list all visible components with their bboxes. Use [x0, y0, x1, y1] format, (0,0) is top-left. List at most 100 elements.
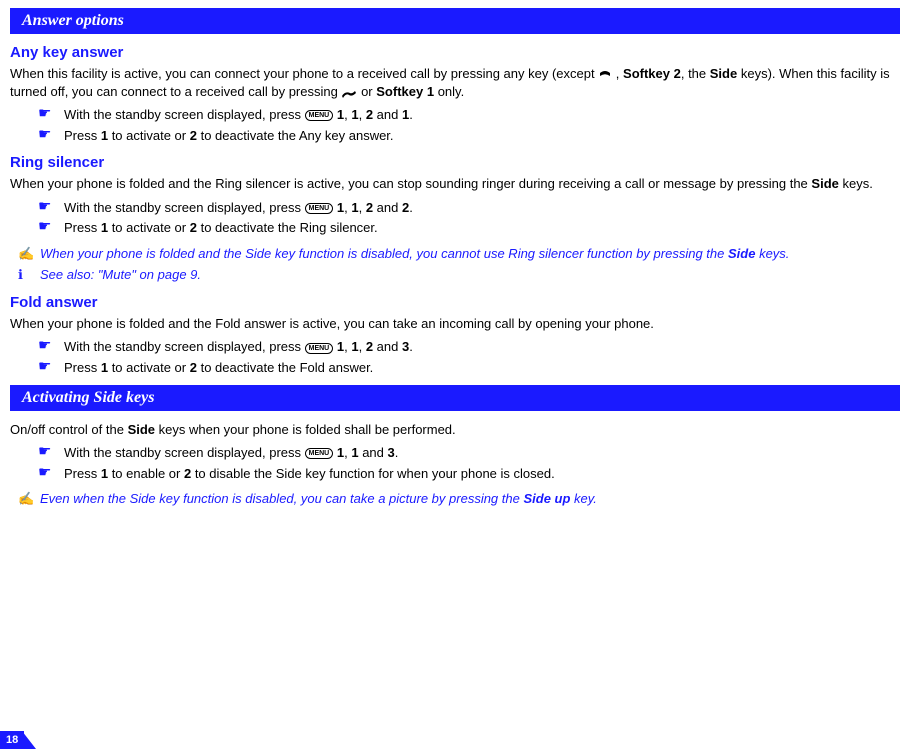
pointer-icon: ☛: [38, 127, 51, 142]
text: See also: "Mute" on page 9.: [40, 267, 201, 282]
pointer-icon: ☛: [38, 219, 51, 234]
sep: ,: [359, 200, 366, 215]
text: Press: [64, 128, 101, 143]
key-2: 2: [190, 128, 197, 143]
key: 2: [366, 339, 373, 354]
step-fold-1: ☛ With the standby screen displayed, pre…: [38, 338, 900, 356]
para-ring-intro: When your phone is folded and the Ring s…: [10, 175, 900, 193]
text: With the standby screen displayed, press: [64, 445, 305, 460]
key: 1: [351, 200, 358, 215]
pointer-icon: ☛: [38, 106, 51, 121]
note-sidekeys: ✍ Even when the Side key function is dis…: [18, 490, 900, 508]
text: to deactivate the Fold answer.: [197, 360, 373, 375]
text: Press: [64, 360, 101, 375]
pointer-icon: ☛: [38, 199, 51, 214]
text: only.: [434, 84, 464, 99]
text: When your phone is folded and the Side k…: [40, 246, 728, 261]
key: 1: [101, 466, 108, 481]
pointer-icon: ☛: [38, 444, 51, 459]
hand-note-icon: ✍: [18, 490, 34, 508]
text: On/off control of the: [10, 422, 128, 437]
step-sidekeys-1: ☛ With the standby screen displayed, pre…: [38, 444, 900, 462]
menu-icon: MENU: [305, 448, 334, 459]
text: to activate or: [108, 128, 190, 143]
key: 1: [351, 339, 358, 354]
note-ring-2: ℹ See also: "Mute" on page 9.: [18, 266, 900, 284]
text: When this facility is active, you can co…: [10, 66, 598, 81]
step-ring-1: ☛ With the standby screen displayed, pre…: [38, 199, 900, 217]
key: 1: [351, 445, 358, 460]
text: keys.: [839, 176, 873, 191]
hand-note-icon: ✍: [18, 245, 34, 263]
and: and: [373, 107, 402, 122]
text: to disable the Side key function for whe…: [191, 466, 555, 481]
key: 2: [190, 360, 197, 375]
para-sidekeys-intro: On/off control of the Side keys when you…: [10, 421, 900, 439]
para-fold-intro: When your phone is folded and the Fold a…: [10, 315, 900, 333]
heading-any-key-answer: Any key answer: [10, 44, 900, 61]
text: When your phone is folded and the Ring s…: [10, 176, 811, 191]
sep: ,: [359, 107, 366, 122]
menu-icon: MENU: [305, 203, 334, 214]
text-side: Side: [710, 66, 737, 81]
dot: .: [409, 200, 413, 215]
step-any-key-2: ☛ Press 1 to activate or 2 to deactivate…: [38, 127, 900, 145]
text: With the standby screen displayed, press: [64, 200, 305, 215]
key-1: 1: [101, 128, 108, 143]
dot: .: [395, 445, 399, 460]
text-side: Side: [728, 246, 755, 261]
text: to activate or: [108, 220, 190, 235]
text: keys when your phone is folded shall be …: [155, 422, 456, 437]
text: Press: [64, 220, 101, 235]
step-sidekeys-2: ☛ Press 1 to enable or 2 to disable the …: [38, 465, 900, 483]
text: Even when the Side key function is disab…: [40, 491, 523, 506]
text: to enable or: [108, 466, 184, 481]
pointer-icon: ☛: [38, 338, 51, 353]
key: 2: [366, 200, 373, 215]
and: and: [373, 200, 402, 215]
key-1b: 1: [351, 107, 358, 122]
text: key.: [570, 491, 597, 506]
key: 1: [101, 220, 108, 235]
menu-icon: MENU: [305, 110, 334, 121]
menu-icon: MENU: [305, 343, 334, 354]
sep: ,: [359, 339, 366, 354]
step-ring-2: ☛ Press 1 to activate or 2 to deactivate…: [38, 219, 900, 237]
and: and: [359, 445, 388, 460]
page-number: 18: [0, 731, 24, 749]
note-ring-1: ✍ When your phone is folded and the Side…: [18, 245, 900, 263]
text: or: [357, 84, 376, 99]
info-note-icon: ℹ: [18, 266, 23, 284]
text: keys.: [755, 246, 789, 261]
dot: .: [409, 339, 413, 354]
text-softkey1: Softkey 1: [376, 84, 434, 99]
text: ,: [612, 66, 623, 81]
call-icon: [341, 87, 357, 97]
section-title-answer-options: Answer options: [10, 8, 900, 34]
and: and: [373, 339, 402, 354]
text: With the standby screen displayed, press: [64, 339, 305, 354]
text: to deactivate the Ring silencer.: [197, 220, 378, 235]
text: , the: [681, 66, 710, 81]
pointer-icon: ☛: [38, 359, 51, 374]
text-side: Side: [128, 422, 155, 437]
key-2: 2: [366, 107, 373, 122]
text: to activate or: [108, 360, 190, 375]
text: Press: [64, 466, 101, 481]
end-call-icon: [598, 69, 612, 81]
heading-fold-answer: Fold answer: [10, 294, 900, 311]
step-any-key-1: ☛ With the standby screen displayed, pre…: [38, 106, 900, 124]
section-title-side-keys: Activating Side keys: [10, 385, 900, 411]
text-side: Side: [811, 176, 838, 191]
step-fold-2: ☛ Press 1 to activate or 2 to deactivate…: [38, 359, 900, 377]
text-sideup: Side up: [523, 491, 570, 506]
key: 1: [101, 360, 108, 375]
text: to deactivate the Any key answer.: [197, 128, 394, 143]
dot: .: [409, 107, 413, 122]
key: 3: [388, 445, 395, 460]
page-number-decoration: [22, 731, 36, 749]
key: 2: [190, 220, 197, 235]
text-softkey2: Softkey 2: [623, 66, 681, 81]
heading-ring-silencer: Ring silencer: [10, 154, 900, 171]
para-any-key-intro: When this facility is active, you can co…: [10, 65, 900, 100]
